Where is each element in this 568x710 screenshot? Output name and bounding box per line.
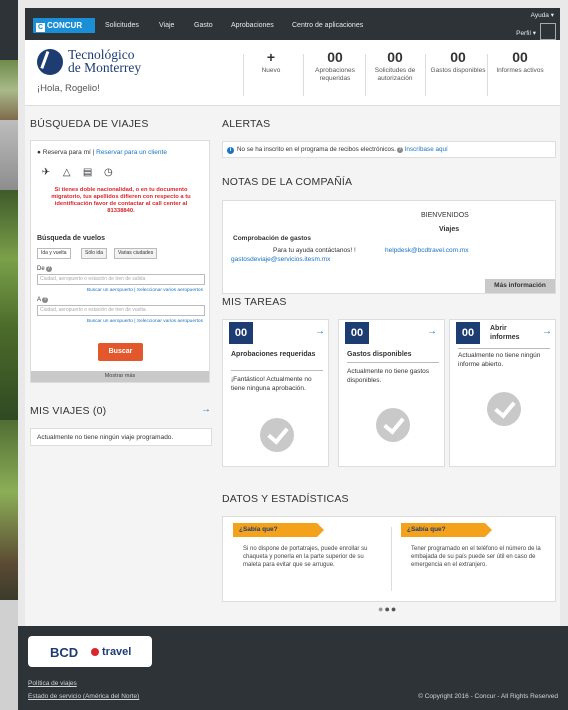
my-trips-panel: Actualmente no tiene ningún viaje progra… — [30, 428, 212, 446]
car-icon[interactable]: △ — [58, 167, 76, 178]
nationality-warning: Si tienes doble nacionalidad, o en tu do… — [51, 187, 191, 214]
tip-ribbon: ¿Sabía que? — [401, 523, 492, 537]
help-menu[interactable]: Ayuda ▾ — [531, 11, 554, 19]
multi-city-button[interactable]: Varias ciudades — [114, 248, 158, 259]
my-trips-title: MIS VIAJES (0) — [30, 405, 107, 417]
footer: BCD travel Política de viajes Estado de … — [18, 626, 568, 710]
header: Tecnológico de Monterrey ¡Hola, Rogelio!… — [25, 40, 560, 106]
nav-item-solicitudes[interactable]: Solicitudes — [105, 22, 139, 29]
top-nav-bar: C CONCUR Solicitudes Viaje Gasto Aprobaci… — [25, 8, 560, 40]
nav-item-viaje[interactable]: Viaje — [159, 22, 174, 29]
help-icon[interactable]: ? — [42, 297, 49, 303]
reserve-me-link[interactable]: Reserva para mí — [43, 149, 91, 156]
tec-logo-icon — [37, 49, 63, 75]
stat-solicitudes[interactable]: 00 Solicitudes de autorización — [365, 49, 425, 83]
company-notes-panel: BIENVENIDOS Viajes Comprobación de gasto… — [222, 200, 556, 294]
one-way-button[interactable]: Sólo ida — [81, 248, 108, 259]
plus-icon: + — [266, 49, 276, 65]
data-stats-title: DATOS Y ESTADÍSTICAS — [222, 493, 349, 505]
checkmark-icon — [260, 418, 294, 452]
reserve-client-link[interactable]: Reservar para un cliente — [96, 149, 167, 156]
service-status-link[interactable]: Estado de servicio (América del Norte) — [28, 693, 139, 700]
checkmark-icon — [487, 392, 521, 426]
round-trip-button[interactable]: Ida y vuelta — [37, 248, 71, 259]
to-label: A? — [37, 297, 49, 303]
travel-search-panel: ● Reserva para mí | Reservar para un cli… — [30, 140, 210, 383]
tip-ribbon: ¿Sabía que? — [233, 523, 324, 537]
arrow-right-icon[interactable]: → — [315, 326, 325, 337]
from-input[interactable]: Ciudad, aeropuerto o estación de tren de… — [37, 274, 205, 285]
search-title: BÚSQUEDA DE VIAJES — [30, 118, 149, 130]
enroll-link[interactable]: Inscríbase aquí — [405, 146, 448, 153]
profile-menu[interactable]: Perfil ▾ — [516, 29, 536, 37]
nav-item-aprobaciones[interactable]: Aprobaciones — [231, 22, 274, 29]
arrow-right-icon[interactable]: → — [542, 326, 552, 337]
help-icon[interactable]: ? — [45, 266, 52, 272]
helpdesk-email-link[interactable]: helpdesk@bcdtravel.com.mx — [385, 247, 469, 254]
new-button[interactable]: + Nuevo — [241, 49, 301, 75]
search-button[interactable]: Buscar — [98, 343, 143, 361]
did-you-know-carousel: ¿Sabía que? Si no dispone de portatrajes… — [222, 516, 556, 602]
travel-policy-link[interactable]: Política de viajes — [28, 680, 77, 687]
copyright: © Copyright 2016 - Concur - All Rights R… — [418, 693, 558, 700]
concur-logo[interactable]: C CONCUR — [33, 18, 95, 33]
search-type-tabs: ✈ △ ▤ ◷ — [37, 167, 117, 178]
task-card-approvals[interactable]: 00 → Aprobaciones requeridas ¡Fantástico… — [222, 319, 329, 467]
carousel-dots[interactable]: ●●● — [378, 604, 397, 614]
hotel-icon[interactable]: ▤ — [79, 167, 97, 178]
task-card-reports[interactable]: 00 → Abrir informes Actualmente no tiene… — [449, 319, 556, 467]
greeting: ¡Hola, Rogelio! — [37, 83, 100, 94]
person-icon: ● — [37, 149, 41, 156]
stat-gastos[interactable]: 00 Gastos disponibles — [428, 49, 488, 75]
from-label: De? — [37, 266, 52, 272]
expenses-email-link[interactable]: gastosdeviaje@servicios.itesm.mx — [231, 256, 330, 263]
tip-text: Si no dispone de portatrajes, puede enro… — [243, 546, 368, 568]
clock-icon[interactable]: ◷ — [99, 167, 117, 178]
tip-text: Tener programado en el teléfono el númer… — [411, 546, 541, 568]
task-card-expenses[interactable]: 00 → Gastos disponibles Actualmente no t… — [338, 319, 445, 467]
company-notes-title: NOTAS DE LA COMPAÑÍA — [222, 176, 353, 188]
bcd-travel-logo: BCD travel — [28, 636, 152, 667]
nav-item-gasto[interactable]: Gasto — [194, 22, 213, 29]
arrow-right-icon[interactable]: → — [201, 404, 211, 415]
concur-logo-icon: C — [36, 23, 45, 32]
show-more-button[interactable]: Mostrar más — [31, 371, 209, 382]
info-icon: i — [227, 147, 234, 154]
airplane-icon[interactable]: ✈ — [37, 167, 55, 178]
stat-aprobaciones[interactable]: 00 Aprobaciones requeridas — [305, 49, 365, 83]
reserve-for-options: ● Reserva para mí | Reservar para un cli… — [37, 149, 167, 156]
help-icon[interactable]: ? — [396, 147, 403, 153]
avatar[interactable] — [540, 23, 556, 40]
more-info-button[interactable]: Más información — [485, 279, 555, 293]
checkmark-icon — [376, 408, 410, 442]
background-photo-strip — [0, 0, 18, 710]
flight-search-title: Búsqueda de vuelos — [37, 235, 106, 242]
stat-informes[interactable]: 00 Informes activos — [490, 49, 550, 75]
from-airport-links[interactable]: Buscar un aeropuerto | Seleccionar vario… — [87, 288, 203, 293]
arrow-right-icon[interactable]: → — [427, 326, 437, 337]
org-name: Tecnológico de Monterrey — [68, 47, 142, 75]
to-input[interactable]: Ciudad, aeropuerto o estación de tren de… — [37, 305, 205, 316]
alerts-title: ALERTAS — [222, 118, 271, 130]
my-tasks-title: MIS TAREAS — [222, 296, 287, 308]
nav-item-centro-aplicaciones[interactable]: Centro de aplicaciones — [292, 22, 363, 29]
alert-item: i No se ha inscrito en el programa de rec… — [222, 141, 556, 158]
to-airport-links[interactable]: Buscar un aeropuerto | Seleccionar vario… — [87, 319, 203, 324]
